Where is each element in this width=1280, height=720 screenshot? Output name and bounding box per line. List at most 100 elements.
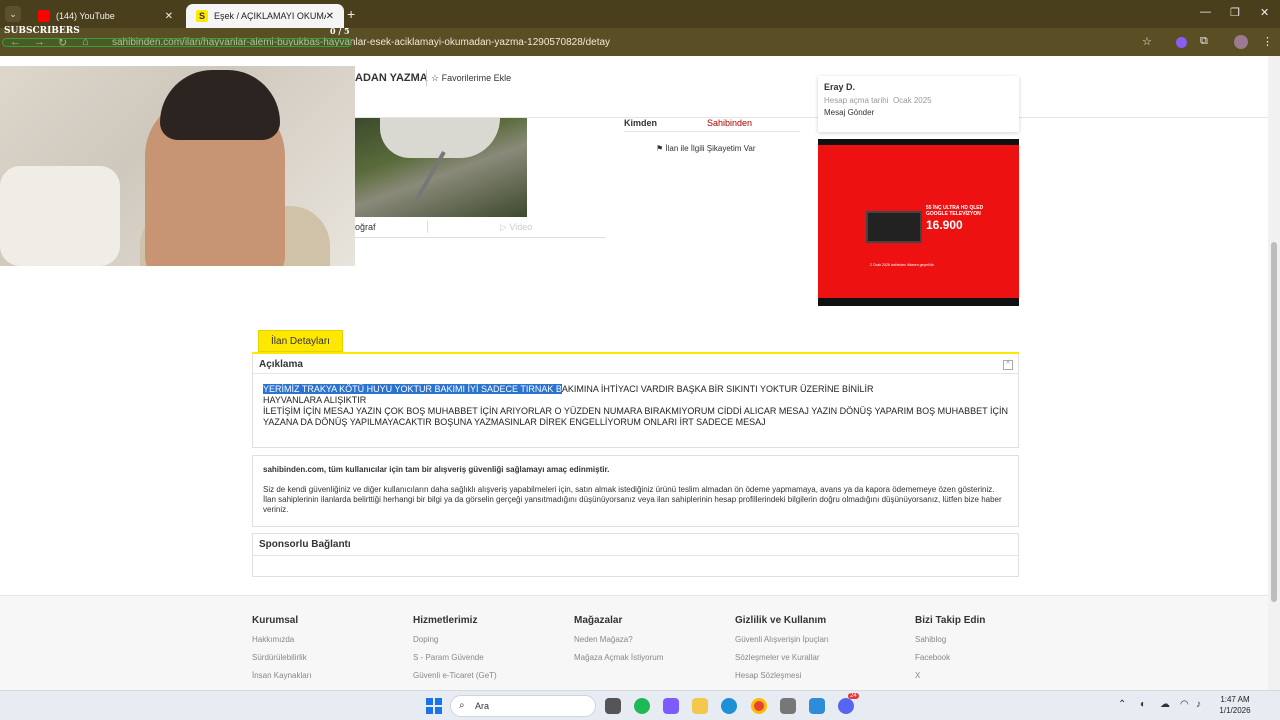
footer-link[interactable]: S - Param Güvende [413, 653, 563, 662]
complaint-label: İlan ile İlgili Şikayetim Var [665, 144, 756, 153]
send-message-link[interactable]: Mesaj Gönder [824, 108, 1013, 117]
ad-fine-print: 2 Ocak 2026 tarihinden itibaren geçerlid… [870, 263, 935, 267]
footer-link[interactable]: Sürdürülebilirlik [252, 653, 402, 662]
page-scrollbar[interactable] [1268, 56, 1280, 690]
volume-icon[interactable]: ♪ [1196, 699, 1201, 710]
photo-tab[interactable]: oğraf [355, 222, 376, 232]
copilot-icon[interactable] [663, 698, 679, 714]
windows-taskbar: ⌕ Ara 24 ⌃ ◐ ☁ ◠ ♪ 1:47 AM 1/1/2026 [0, 690, 1280, 720]
system-clock[interactable]: 1:47 AM 1/1/2026 [1210, 694, 1260, 716]
ad-banner[interactable]: 55 İNÇ ULTRA HD QLED GOOGLE TELEVİZYON 1… [818, 139, 1019, 306]
video-tab-label: Video [509, 222, 533, 232]
close-icon[interactable]: ✕ [326, 11, 334, 22]
account-date-value: Ocak 2025 [892, 96, 932, 105]
network-icon[interactable]: ◐ [1140, 699, 1146, 710]
complaint-link[interactable]: ⚑ İlan ile İlgili Şikayetim Var [656, 144, 756, 153]
tab-youtube[interactable]: (144) YouTube ✕ [28, 4, 183, 28]
seller-name[interactable]: Eray D. [824, 82, 1013, 92]
sponsor-heading: Sponsorlu Bağlantı [259, 539, 351, 550]
minimize-icon[interactable]: — [1200, 6, 1211, 18]
clock-time: 1:47 AM [1220, 695, 1250, 704]
spotify-icon[interactable] [634, 698, 650, 714]
chrome-icon[interactable] [751, 698, 767, 714]
collapse-icon[interactable]: ^ [1003, 360, 1013, 370]
description-line2: HAYVANLARA ALIŞIKTIR [263, 395, 367, 405]
footer-link[interactable]: Sözleşmeler ve Kurallar [735, 653, 885, 662]
footer-link[interactable]: Hakkımızda [252, 635, 402, 644]
footer-link[interactable]: Neden Mağaza? [574, 635, 724, 644]
description-line3: İLETİŞİM İÇİN MESAJ YAZIN ÇOK BOŞ MUHABB… [263, 406, 1008, 427]
footer-column-kurumsal: Kurumsal Hakkımızda Sürdürülebilirlik İn… [252, 615, 402, 680]
subscribers-label: SUBSCRIBERS [4, 26, 80, 36]
menu-kebab-icon[interactable]: ⋮ [1262, 35, 1273, 48]
sponsor-panel: Sponsorlu Bağlantı [252, 533, 1019, 577]
extension-icon[interactable] [1176, 37, 1187, 48]
donkey-image [380, 118, 500, 158]
tab-title: Eşek / AÇIKLAMAYI OKUMADAN [214, 11, 326, 21]
footer-link[interactable]: Güvenli Alışverişin İpuçları [735, 635, 885, 644]
tab-listing-details[interactable]: İlan Detayları [258, 330, 343, 352]
footer-heading: Bizi Takip Edin [915, 615, 986, 626]
rope-shape [412, 151, 446, 205]
file-explorer-icon[interactable] [692, 698, 708, 714]
ad-price: 16.900 [926, 218, 963, 232]
browser-tab-bar: ⌄ (144) YouTube ✕ S Eşek / AÇIKLAMAYI OK… [0, 0, 1280, 28]
tab-search-icon[interactable]: ⌄ [5, 6, 21, 22]
safety-heading: sahibinden.com, tüm kullanıcılar için ta… [263, 465, 610, 474]
footer-link[interactable]: İnsan Kaynakları [252, 671, 402, 680]
footer-link[interactable]: Doping [413, 635, 563, 644]
close-icon[interactable]: ✕ [165, 11, 173, 22]
subscribers-progress-bar [2, 38, 352, 47]
divider [427, 221, 428, 233]
safety-body: Siz de kendi güvenliğiniz ve diğer kulla… [263, 485, 1002, 514]
subscriber-goal-overlay: SUBSCRIBERS 0 / 5 [0, 26, 360, 48]
onedrive-icon[interactable]: ☁ [1160, 699, 1170, 710]
divider [426, 70, 427, 86]
account-date: Hesap açma tarihi Ocak 2025 [824, 96, 1013, 105]
footer-column-gizlilik: Gizlilik ve Kullanım Güvenli Alışverişin… [735, 615, 885, 680]
video-tab[interactable]: ▷ Video [500, 222, 532, 233]
footer-link[interactable]: Mağaza Açmak İstiyorum [574, 653, 724, 662]
tab-sahibinden[interactable]: S Eşek / AÇIKLAMAYI OKUMADAN ✕ [186, 4, 344, 28]
close-window-icon[interactable]: ✕ [1260, 6, 1269, 19]
selected-text: YERİMİZ TRAKYA KÖTÜ HUYU YOKTUR BAKIMI İ… [263, 384, 562, 394]
windows-start-icon[interactable] [426, 698, 442, 714]
footer-heading: Hizmetlerimiz [413, 615, 478, 626]
person-hair [160, 70, 280, 140]
info-key: Kimden [624, 118, 658, 128]
footer-column-magazalar: Mağazalar Neden Mağaza? Mağaza Açmak İst… [574, 615, 724, 662]
profile-avatar[interactable] [1234, 35, 1248, 49]
taskbar-search[interactable]: ⌕ Ara [450, 695, 596, 717]
extensions-puzzle-icon[interactable]: ⧉ [1200, 35, 1208, 48]
footer-link[interactable]: Facebook [915, 653, 1065, 662]
seller-card: Eray D. Hesap açma tarihi Ocak 2025 Mesa… [818, 76, 1019, 132]
listing-photo[interactable] [355, 118, 527, 217]
scrollbar-thumb[interactable] [1271, 242, 1277, 602]
webcam-overlay [0, 66, 355, 266]
footer-link[interactable]: Hesap Sözleşmesi [735, 671, 885, 680]
footer-link[interactable]: X [915, 671, 1065, 680]
footer-column-hizmetlerimiz: Hizmetlerimiz Doping S - Param Güvende G… [413, 615, 563, 680]
mail-icon[interactable] [809, 698, 825, 714]
new-tab-button[interactable]: + [347, 6, 361, 22]
discord-icon[interactable]: 24 [838, 693, 859, 714]
footer-heading: Gizlilik ve Kullanım [735, 615, 827, 626]
add-favorite-link[interactable]: ☆ Favorilerime Ekle [431, 73, 511, 84]
edge-icon[interactable] [721, 698, 737, 714]
restore-icon[interactable]: ❐ [1230, 6, 1240, 19]
footer-link[interactable]: Sahiblog [915, 635, 1065, 644]
media-tabs: oğraf ▷ Video [355, 218, 605, 238]
footer-column-sosyal: Bizi Takip Edin Sahiblog Facebook X [915, 615, 1065, 680]
safety-notice: sahibinden.com, tüm kullanıcılar için ta… [252, 455, 1019, 527]
description-header: Açıklama ^ [253, 354, 1018, 374]
listing-title: ADAN YAZMA [355, 72, 428, 84]
footer: Kurumsal Hakkımızda Sürdürülebilirlik İn… [0, 595, 1268, 690]
footer-heading: Kurumsal [252, 615, 299, 626]
description-line1: AKIMINA İHTİYACI VARDIR BAŞKA BİR SIKINT… [561, 384, 874, 394]
task-view-icon[interactable] [605, 698, 621, 714]
footer-link[interactable]: Güvenli e-Ticaret (GeT) [413, 671, 563, 680]
store-icon[interactable] [780, 698, 796, 714]
tray-chevron-icon[interactable]: ⌃ [1118, 699, 1126, 710]
wifi-icon[interactable]: ◠ [1180, 699, 1189, 710]
subscribers-count: 0 / 5 [330, 26, 350, 36]
